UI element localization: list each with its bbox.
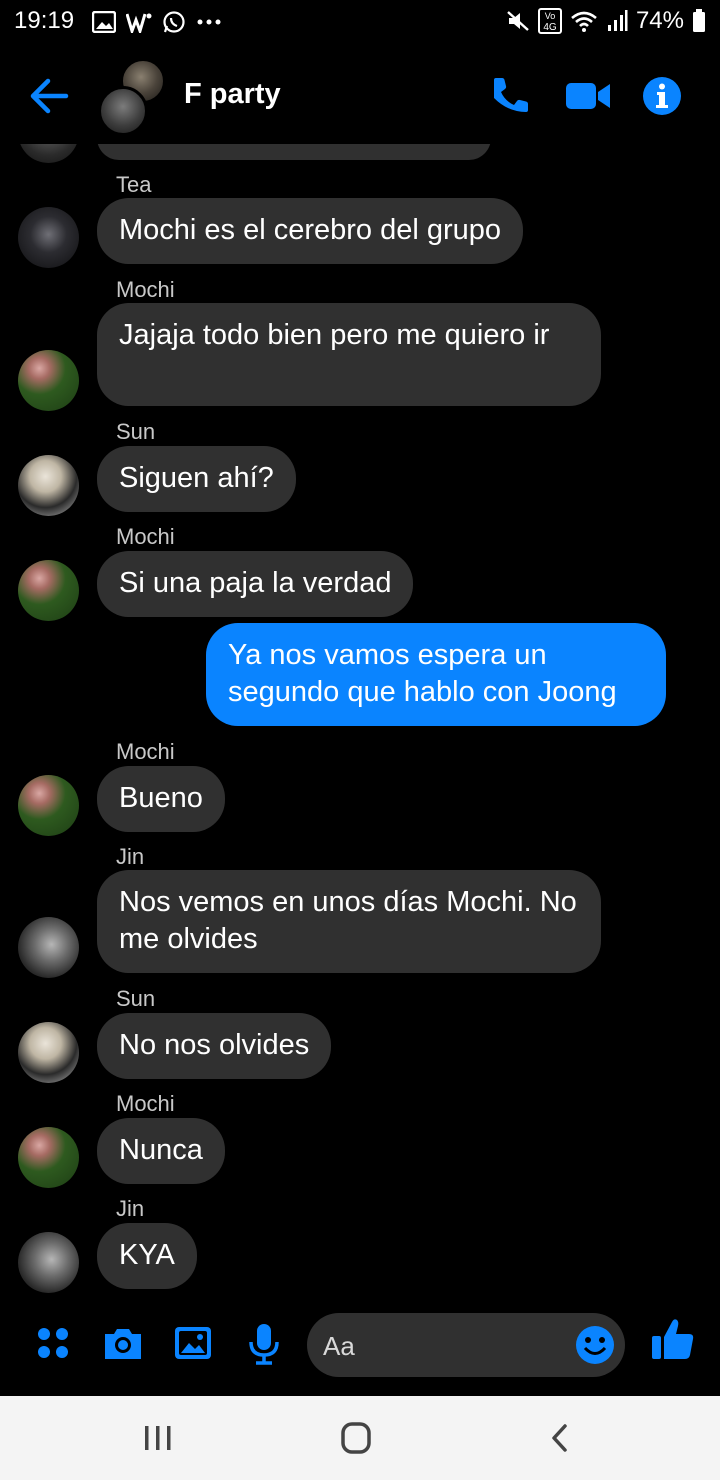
emoji-icon[interactable]	[575, 1325, 615, 1365]
signal-icon	[607, 10, 628, 31]
message-bubble-sent[interactable]: Ya nos vamos espera un segundo que hablo…	[206, 623, 666, 726]
back-arrow-icon[interactable]	[26, 76, 70, 116]
message-bubble[interactable]: KYA	[97, 1223, 197, 1289]
like-thumb-icon[interactable]	[650, 1316, 696, 1362]
wifi-icon	[571, 11, 597, 32]
avatar[interactable]	[18, 917, 79, 978]
message-bubble[interactable]: Nos vemos en unos días Mochi. No me olvi…	[97, 870, 601, 973]
avatar[interactable]	[18, 1127, 79, 1188]
avatar[interactable]	[18, 560, 79, 621]
message-bubble[interactable]: Nunca	[97, 1118, 225, 1184]
chat-header: F party	[0, 48, 720, 144]
message-bubble[interactable]: Mochi es el cerebro del grupo	[97, 198, 524, 264]
avatar[interactable]	[18, 1022, 79, 1083]
gallery-icon	[92, 11, 116, 33]
sender-name: Mochi	[116, 739, 175, 764]
mute-icon	[507, 11, 529, 31]
message-bubble[interactable]: Bueno	[97, 766, 225, 832]
message-input-placeholder: Aa	[323, 1331, 355, 1361]
whatsapp-icon	[163, 11, 185, 33]
apps-icon[interactable]	[32, 1322, 76, 1366]
home-icon[interactable]	[336, 1420, 376, 1456]
phone-icon[interactable]	[488, 74, 532, 118]
sender-name: Jin	[116, 844, 145, 869]
sender-name: Mochi	[116, 524, 175, 549]
message-list[interactable]: Tea Mochi es el cerebro del grupo Mochi …	[0, 144, 720, 1304]
message-bubble[interactable]: Siguen ahí?	[97, 446, 296, 512]
message-bubble[interactable]: Jajaja todo bien pero me quiero ir	[97, 303, 601, 406]
mic-icon[interactable]	[242, 1322, 286, 1366]
video-call-icon[interactable]	[564, 74, 612, 118]
volte-4g-icon: Vo4G	[537, 8, 562, 34]
sender-name: Sun	[116, 419, 156, 444]
avatar[interactable]	[18, 775, 79, 836]
status-right-icons: Vo 4G 74%	[506, 7, 706, 35]
avatar[interactable]	[18, 350, 79, 411]
message-composer: Aa	[0, 1304, 720, 1396]
sender-name: Mochi	[116, 277, 175, 302]
avatar[interactable]	[18, 1232, 79, 1293]
avatar[interactable]	[18, 455, 79, 516]
message-bubble[interactable]: No nos olvides	[97, 1013, 332, 1079]
message-bubble[interactable]: Si una paja la verdad	[97, 551, 414, 617]
group-avatar-front	[98, 86, 148, 136]
chat-title[interactable]: F party	[184, 78, 281, 111]
avatar	[18, 144, 79, 163]
recent-apps-icon[interactable]	[138, 1420, 178, 1456]
camera-icon[interactable]	[101, 1322, 145, 1366]
status-left-icons	[92, 9, 222, 35]
message-bubble-partial[interactable]	[97, 144, 491, 160]
battery-icon	[693, 9, 705, 32]
sender-name: Sun	[116, 986, 156, 1011]
svg-text:4G: 4G	[543, 22, 557, 33]
sender-name: Tea	[116, 172, 152, 197]
svg-text:Vo: Vo	[545, 11, 556, 21]
sender-name: Mochi	[116, 1091, 175, 1116]
group-avatar[interactable]	[98, 58, 168, 136]
back-nav-icon[interactable]	[540, 1420, 580, 1456]
avatar[interactable]	[18, 207, 79, 268]
status-bar: 19:19 Vo 4G 74%	[0, 0, 720, 44]
sender-name: Jin	[116, 1196, 145, 1221]
message-input[interactable]: Aa	[307, 1313, 625, 1377]
w-app-icon	[126, 13, 152, 33]
status-time: 19:19	[14, 7, 75, 34]
image-icon[interactable]	[172, 1322, 216, 1366]
info-icon[interactable]	[640, 74, 684, 118]
more-dots-icon	[197, 19, 221, 25]
system-nav-bar	[0, 1396, 720, 1480]
battery-percent: 74%	[635, 7, 684, 34]
